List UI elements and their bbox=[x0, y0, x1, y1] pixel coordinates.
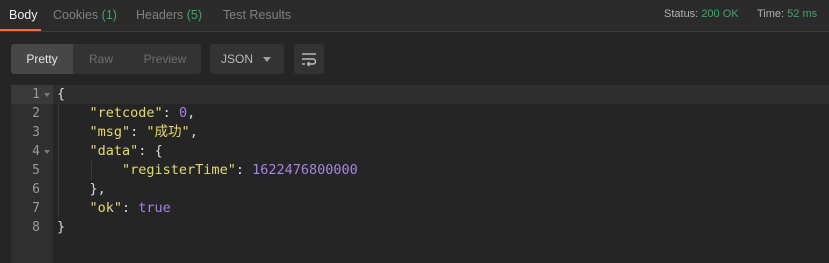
tab-body-label: Body bbox=[9, 8, 38, 22]
chevron-down-icon bbox=[263, 57, 271, 62]
response-status: Status: 200 OK bbox=[664, 0, 739, 28]
json-brace: { bbox=[154, 143, 163, 159]
raw-button[interactable]: Raw bbox=[73, 44, 129, 74]
line-number: 1 bbox=[32, 87, 40, 102]
json-value: 1622476800000 bbox=[252, 162, 358, 178]
json-value: true bbox=[138, 200, 171, 216]
tab-headers-count: (5) bbox=[186, 8, 203, 22]
json-colon: : bbox=[235, 162, 253, 178]
response-tab-bar: Body Cookies (1) Headers (5) Test Result… bbox=[0, 0, 829, 32]
code-line: }, bbox=[57, 180, 106, 199]
line-number: 7 bbox=[32, 201, 40, 216]
json-key: "registerTime" bbox=[122, 162, 236, 178]
json-brace: { bbox=[57, 86, 66, 102]
body-toolbar: Pretty Raw Preview JSON bbox=[0, 32, 829, 85]
line-number: 4 bbox=[32, 144, 40, 159]
line-number: 2 bbox=[32, 106, 40, 121]
json-colon: : bbox=[138, 143, 155, 159]
tab-test-results[interactable]: Test Results bbox=[223, 0, 291, 31]
json-colon: : bbox=[122, 200, 139, 216]
code-line: "data": { bbox=[57, 142, 163, 161]
status-label: Status: bbox=[664, 8, 699, 20]
json-key: "msg" bbox=[89, 124, 131, 140]
response-panel: Body Cookies (1) Headers (5) Test Result… bbox=[0, 0, 829, 263]
json-value: "成功" bbox=[146, 124, 190, 140]
wrap-lines-icon bbox=[302, 53, 317, 67]
json-value: 0 bbox=[178, 105, 188, 121]
json-key: "data" bbox=[89, 143, 139, 159]
pretty-button[interactable]: Pretty bbox=[11, 44, 73, 74]
line-number: 8 bbox=[32, 220, 40, 235]
json-key: "retcode" bbox=[89, 105, 163, 121]
tab-cookies-label: Cookies bbox=[53, 8, 99, 22]
line-number: 6 bbox=[32, 182, 40, 197]
view-mode-switch: Pretty Raw Preview bbox=[11, 44, 201, 74]
tab-headers[interactable]: Headers (5) bbox=[136, 0, 202, 31]
tab-cookies-count: (1) bbox=[101, 8, 117, 22]
code-line: "registerTime": 1622476800000 bbox=[57, 161, 358, 180]
json-colon: : bbox=[162, 105, 179, 121]
code-line: "retcode": 0, bbox=[57, 104, 196, 123]
response-time: Time: 52 ms bbox=[757, 0, 817, 28]
format-dropdown-value: JSON bbox=[221, 52, 254, 66]
fold-arrow-icon[interactable] bbox=[44, 93, 50, 97]
tab-headers-label: Headers bbox=[136, 8, 184, 22]
code-line: } bbox=[57, 218, 65, 237]
time-label: Time: bbox=[757, 8, 785, 20]
json-comma: , bbox=[189, 124, 198, 140]
format-dropdown[interactable]: JSON bbox=[210, 44, 284, 74]
json-key: "ok" bbox=[89, 200, 123, 216]
tab-body[interactable]: Body bbox=[9, 0, 38, 31]
active-tab-indicator bbox=[0, 29, 41, 31]
wrap-lines-button[interactable] bbox=[294, 44, 324, 74]
json-brace: }, bbox=[89, 181, 106, 197]
response-body-editor[interactable]: 1 2 3 4 5 6 7 8 { "retcode": 0, "msg": "… bbox=[11, 85, 829, 263]
preview-button[interactable]: Preview bbox=[129, 44, 201, 74]
line-number: 5 bbox=[32, 163, 40, 178]
line-number: 3 bbox=[32, 125, 40, 140]
json-colon: : bbox=[130, 124, 147, 140]
active-line-highlight bbox=[53, 85, 829, 104]
json-brace: } bbox=[57, 219, 66, 235]
code-line: { bbox=[57, 85, 65, 104]
tab-cookies[interactable]: Cookies (1) bbox=[53, 0, 117, 31]
fold-arrow-icon[interactable] bbox=[44, 150, 50, 154]
status-value: 200 OK bbox=[701, 8, 739, 20]
code-line: "msg": "成功", bbox=[57, 123, 198, 142]
tab-test-results-label: Test Results bbox=[223, 8, 292, 22]
json-comma: , bbox=[187, 105, 196, 121]
code-line: "ok": true bbox=[57, 199, 171, 218]
time-value: 52 ms bbox=[787, 8, 818, 20]
